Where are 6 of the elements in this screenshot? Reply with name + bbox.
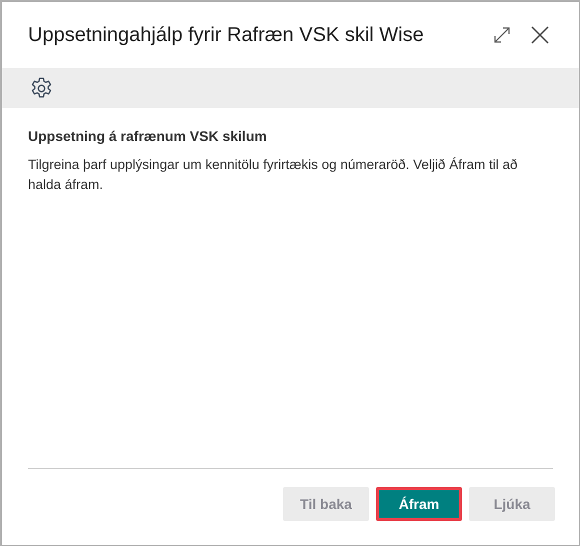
wizard-button[interactable]: Áfram: [376, 487, 462, 521]
description-text: Tilgreina þarf upplýsingar um kennitölu fyrirtækis og númeraröð. Veljið Áfram til að halda áfram.: [28, 156, 518, 194]
expand-icon[interactable]: [493, 26, 511, 44]
section-heading: Uppsetning á rafrænum VSK skilum: [28, 127, 268, 146]
close-icon[interactable]: [531, 26, 549, 44]
window-title: Uppsetningahjálp fyrir Rafræn VSK skil Wise: [28, 23, 425, 48]
